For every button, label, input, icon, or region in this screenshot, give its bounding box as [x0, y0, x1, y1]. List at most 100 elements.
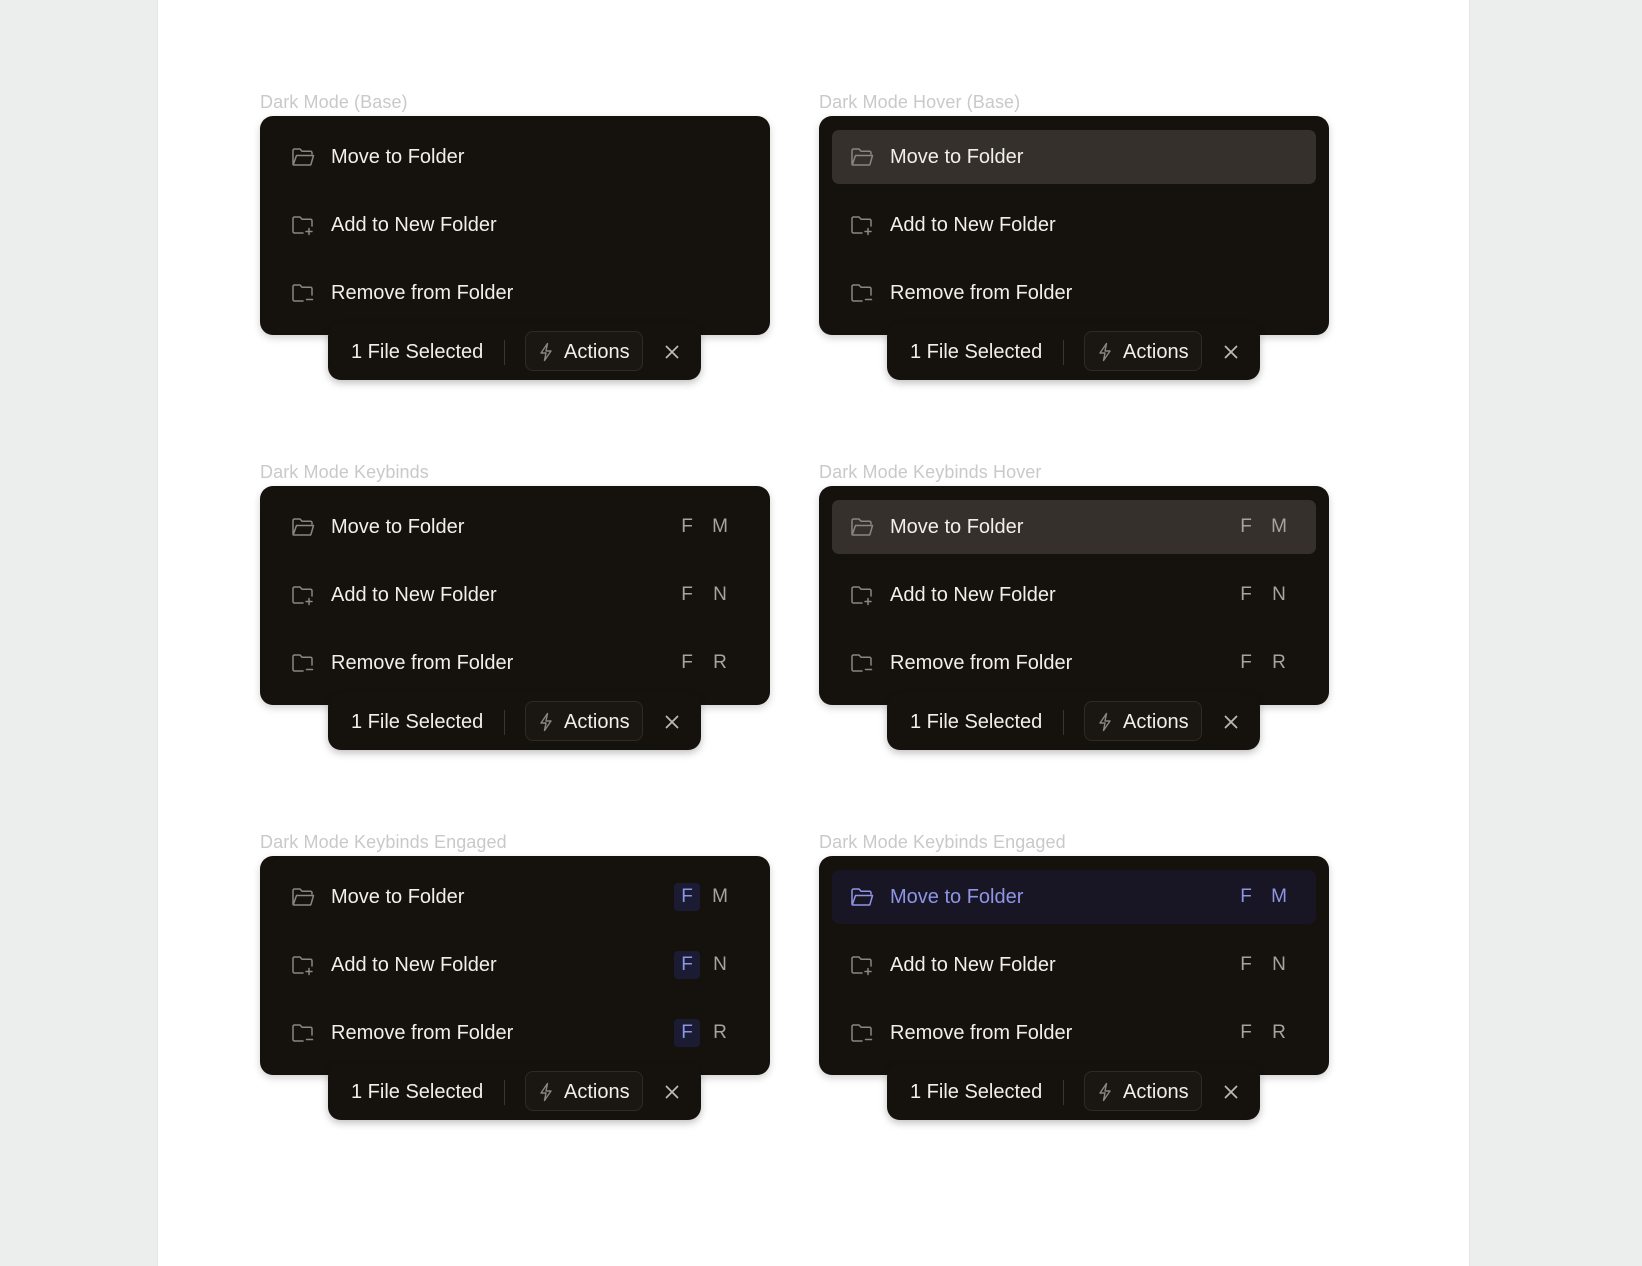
- menu-item-move-to-folder[interactable]: Move to Folder F M: [273, 500, 757, 554]
- keybind-key: M: [1271, 886, 1287, 907]
- folder-plus-icon: [850, 954, 874, 976]
- divider: [504, 1080, 505, 1105]
- menu-item-label: Move to Folder: [890, 516, 1024, 538]
- variant-2: Dark Mode Keybinds Move to Folder F M Add to…: [260, 462, 770, 762]
- actions-label: Actions: [564, 711, 630, 733]
- menu-item-remove-from-folder[interactable]: Remove from Folder F R: [832, 636, 1316, 690]
- variant-0: Dark Mode (Base) Move to Folder Add to New…: [260, 92, 770, 392]
- menu-item-label: Add to New Folder: [331, 584, 497, 606]
- folder-open-icon: [850, 886, 874, 908]
- keybind-key: N: [1272, 584, 1286, 605]
- folder-plus-icon: [850, 584, 874, 606]
- menu-item-add-to-new-folder[interactable]: Add to New Folder: [832, 198, 1316, 252]
- context-menu: Move to Folder Add to New Folder Remove fr…: [819, 116, 1329, 335]
- menu-item-label: Move to Folder: [331, 886, 465, 908]
- lightning-bolt-icon: [1097, 712, 1113, 732]
- menu-item-add-to-new-folder[interactable]: Add to New Folder: [273, 198, 757, 252]
- actions-button[interactable]: Actions: [525, 1071, 643, 1111]
- keybind-key: F: [1240, 1022, 1252, 1043]
- menu-item-add-to-new-folder[interactable]: Add to New Folder F N: [832, 938, 1316, 992]
- folder-minus-icon: [850, 1022, 874, 1044]
- menu-item-label: Move to Folder: [890, 146, 1024, 168]
- selection-count: 1 File Selected: [910, 341, 1043, 363]
- keybind-key: M: [712, 516, 728, 537]
- menu-item-remove-from-folder[interactable]: Remove from Folder F R: [273, 636, 757, 690]
- keybind-key: N: [1272, 954, 1286, 975]
- actions-button[interactable]: Actions: [525, 331, 643, 371]
- close-icon[interactable]: [663, 713, 681, 731]
- menu-item-label: Add to New Folder: [890, 584, 1056, 606]
- selection-count: 1 File Selected: [351, 711, 484, 733]
- selection-count: 1 File Selected: [351, 341, 484, 363]
- menu-item-move-to-folder[interactable]: Move to Folder F M: [273, 870, 757, 924]
- menu-item-label: Move to Folder: [331, 146, 465, 168]
- close-icon[interactable]: [663, 1083, 681, 1101]
- divider: [504, 340, 505, 365]
- variant-label: Dark Mode Keybinds Engaged: [260, 832, 507, 852]
- menu-item-label: Move to Folder: [331, 516, 465, 538]
- menu-item-label: Add to New Folder: [331, 954, 497, 976]
- keybind-key: F: [1240, 954, 1252, 975]
- menu-item-add-to-new-folder[interactable]: Add to New Folder F N: [832, 568, 1316, 622]
- close-icon[interactable]: [1222, 1083, 1240, 1101]
- menu-item-move-to-folder[interactable]: Move to Folder F M: [832, 870, 1316, 924]
- menu-item-move-to-folder[interactable]: Move to Folder: [832, 130, 1316, 184]
- keybind-key: F: [681, 516, 693, 537]
- lightning-bolt-icon: [538, 712, 554, 732]
- menu-item-label: Remove from Folder: [331, 282, 514, 304]
- actions-button[interactable]: Actions: [1084, 701, 1202, 741]
- keybind-key: F: [1240, 516, 1252, 537]
- keybind-key: F: [1240, 886, 1252, 907]
- close-icon[interactable]: [1222, 343, 1240, 361]
- context-menu: Move to Folder F M Add to New Folder F N Remov…: [819, 486, 1329, 705]
- menu-item-remove-from-folder[interactable]: Remove from Folder: [273, 266, 757, 320]
- selection-count: 1 File Selected: [910, 711, 1043, 733]
- variant-5: Dark Mode Keybinds Engaged Move to Folder…: [819, 832, 1329, 1132]
- keybind-key: F: [1240, 652, 1252, 673]
- selection-bar: 1 File Selected Actions: [328, 1064, 701, 1120]
- menu-item-add-to-new-folder[interactable]: Add to New Folder F N: [273, 568, 757, 622]
- folder-minus-icon: [850, 282, 874, 304]
- menu-item-remove-from-folder[interactable]: Remove from Folder: [832, 266, 1316, 320]
- actions-button[interactable]: Actions: [1084, 331, 1202, 371]
- actions-label: Actions: [1123, 341, 1189, 363]
- variant-label: Dark Mode Keybinds: [260, 462, 429, 482]
- menu-item-add-to-new-folder[interactable]: Add to New Folder F N: [273, 938, 757, 992]
- folder-minus-icon: [291, 282, 315, 304]
- folder-plus-icon: [850, 214, 874, 236]
- menu-item-label: Remove from Folder: [331, 1022, 514, 1044]
- menu-item-remove-from-folder[interactable]: Remove from Folder F R: [832, 1006, 1316, 1060]
- actions-button[interactable]: Actions: [525, 701, 643, 741]
- selection-bar: 1 File Selected Actions: [328, 324, 701, 380]
- actions-label: Actions: [564, 1081, 630, 1103]
- actions-label: Actions: [1123, 1081, 1189, 1103]
- menu-item-move-to-folder[interactable]: Move to Folder: [273, 130, 757, 184]
- context-menu: Move to Folder F M Add to New Folder F N Remov…: [260, 486, 770, 705]
- divider: [1063, 1080, 1064, 1105]
- keybind-key: F: [674, 883, 700, 911]
- close-icon[interactable]: [663, 343, 681, 361]
- folder-open-icon: [291, 516, 315, 538]
- selection-bar: 1 File Selected Actions: [328, 694, 701, 750]
- folder-open-icon: [850, 516, 874, 538]
- actions-label: Actions: [1123, 711, 1189, 733]
- keybind-key: R: [1272, 652, 1286, 673]
- folder-open-icon: [850, 146, 874, 168]
- selection-bar: 1 File Selected Actions: [887, 324, 1260, 380]
- keybind-key: M: [1271, 516, 1287, 537]
- folder-open-icon: [291, 146, 315, 168]
- folder-plus-icon: [291, 584, 315, 606]
- variant-label: Dark Mode Hover (Base): [819, 92, 1021, 112]
- context-menu: Move to Folder F M Add to New Folder F N Remov…: [260, 856, 770, 1075]
- menu-item-label: Remove from Folder: [890, 652, 1073, 674]
- actions-button[interactable]: Actions: [1084, 1071, 1202, 1111]
- variant-1: Dark Mode Hover (Base) Move to Folder Add …: [819, 92, 1329, 392]
- keybind-key: F: [681, 652, 693, 673]
- folder-plus-icon: [291, 214, 315, 236]
- close-icon[interactable]: [1222, 713, 1240, 731]
- menu-item-label: Remove from Folder: [890, 282, 1073, 304]
- selection-bar: 1 File Selected Actions: [887, 694, 1260, 750]
- variant-label: Dark Mode Keybinds Hover: [819, 462, 1042, 482]
- menu-item-move-to-folder[interactable]: Move to Folder F M: [832, 500, 1316, 554]
- menu-item-remove-from-folder[interactable]: Remove from Folder F R: [273, 1006, 757, 1060]
